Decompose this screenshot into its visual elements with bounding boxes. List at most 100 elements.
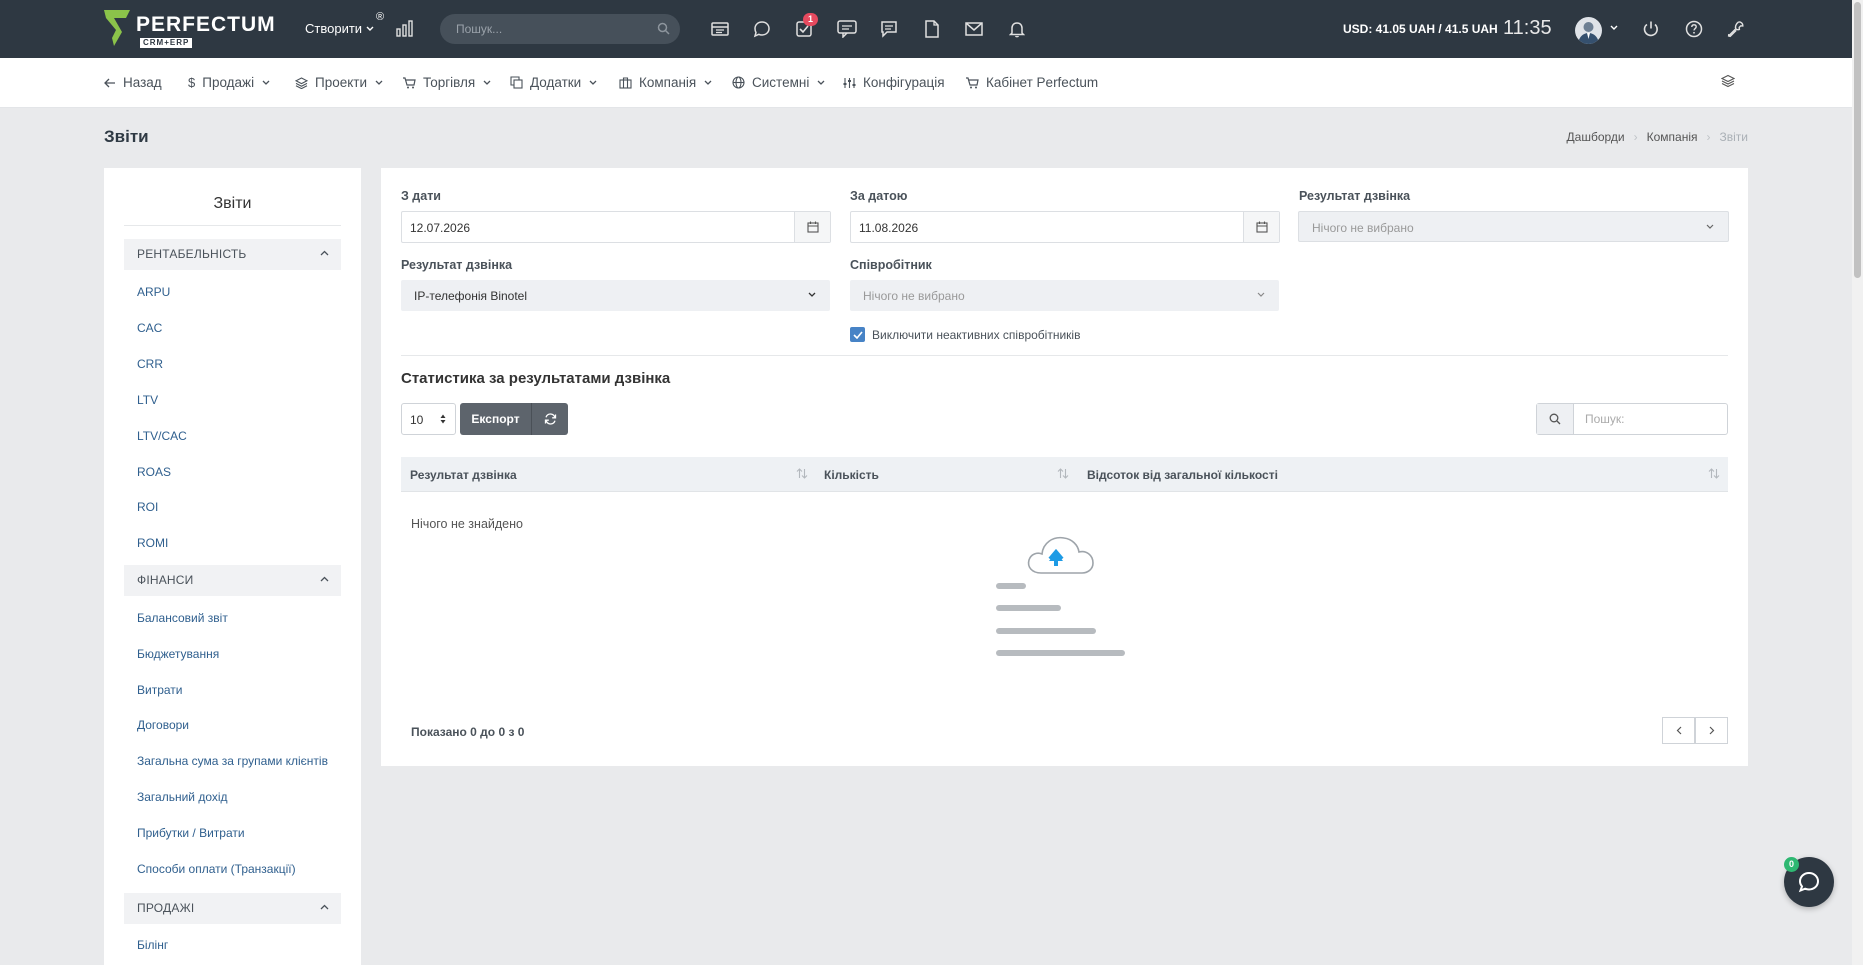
file-icon[interactable] xyxy=(922,19,942,39)
nav-addons[interactable]: Додатки xyxy=(510,75,597,90)
sort-icon[interactable] xyxy=(1057,468,1069,479)
sidebar-section-profitability[interactable]: РЕНТАБЕЛЬНІСТЬ xyxy=(124,239,341,270)
scroll-thumb[interactable] xyxy=(1854,2,1861,278)
sidebar-link-budgeting[interactable]: Бюджетування xyxy=(137,647,219,661)
column-call-result[interactable]: Результат дзвінка xyxy=(410,468,517,482)
sidebar-link-romi[interactable]: ROMI xyxy=(137,536,168,550)
chevron-down-icon xyxy=(817,80,825,85)
sidebar-link-crr[interactable]: CRR xyxy=(137,357,163,371)
next-page-button[interactable] xyxy=(1695,717,1728,744)
sidebar-link-balance[interactable]: Балансовий звіт xyxy=(137,611,228,625)
support-icon[interactable] xyxy=(837,19,857,39)
sidebar-link-arpu[interactable]: ARPU xyxy=(137,285,170,299)
chevron-down-icon xyxy=(375,80,383,85)
bell-icon[interactable] xyxy=(1007,19,1027,39)
nav-system[interactable]: Системні xyxy=(732,75,825,90)
avatar[interactable] xyxy=(1575,17,1602,44)
sort-icon[interactable] xyxy=(1708,468,1720,479)
sidebar-link-client-groups[interactable]: Загальна сума за групами клієнтів xyxy=(137,754,328,768)
help-icon[interactable] xyxy=(1684,19,1704,39)
chevron-down-icon xyxy=(483,80,491,85)
nav-sales[interactable]: $ Продажі xyxy=(188,75,270,90)
breadcrumb-dashboards[interactable]: Дашборди xyxy=(1567,130,1625,144)
sidebar-section-finance[interactable]: ФІНАНСИ xyxy=(124,565,341,596)
to-date-label: За датою xyxy=(850,189,908,203)
sidebar-link-ltv-cac[interactable]: LTV/CAC xyxy=(137,429,187,443)
nav-trade[interactable]: Торгівля xyxy=(402,75,491,90)
chevron-down-icon[interactable] xyxy=(1610,25,1618,31)
sidebar-link-ltv[interactable]: LTV xyxy=(137,393,158,407)
nav-back-label: Назад xyxy=(123,75,162,90)
to-date-field[interactable]: 11.08.2026 xyxy=(850,211,1280,243)
logo-text: PERFECTUM xyxy=(136,13,276,36)
sidebar-section-sales[interactable]: ПРОДАЖІ xyxy=(124,893,341,924)
calendar-icon[interactable] xyxy=(794,212,830,242)
employee-select[interactable]: Нічого не вибрано xyxy=(850,280,1279,311)
call-result-select[interactable]: Нічого не вибрано xyxy=(1298,211,1729,242)
breadcrumb-company[interactable]: Компанія xyxy=(1647,130,1698,144)
section-label: РЕНТАБЕЛЬНІСТЬ xyxy=(137,247,247,261)
page-scrollbar[interactable] xyxy=(1852,0,1863,965)
create-dropdown-button[interactable]: Створити xyxy=(305,21,374,36)
table-search[interactable] xyxy=(1536,403,1728,435)
chevron-down-icon xyxy=(1706,224,1714,229)
exclude-inactive-label[interactable]: Виключити неактивних співробітників xyxy=(872,328,1080,342)
global-search-input[interactable] xyxy=(440,14,640,44)
power-icon[interactable] xyxy=(1641,19,1661,39)
column-percent[interactable]: Відсоток від загальної кількості xyxy=(1087,468,1278,482)
prev-page-button[interactable] xyxy=(1662,717,1695,744)
section-label: ПРОДАЖІ xyxy=(137,901,195,915)
from-date-field[interactable]: 12.07.2026 xyxy=(401,211,831,243)
sidebar-link-total-income[interactable]: Загальний дохід xyxy=(137,790,228,804)
search-icon[interactable] xyxy=(657,22,670,35)
column-count[interactable]: Кількість xyxy=(824,468,879,482)
global-search[interactable] xyxy=(440,14,680,44)
copy-icon xyxy=(510,76,523,89)
call-source-select[interactable]: IP-телефонія Binotel xyxy=(401,280,830,311)
globe-icon xyxy=(732,76,745,89)
sidebar-link-payment-methods[interactable]: Способи оплати (Транзакції) xyxy=(137,862,296,876)
sort-icon[interactable] xyxy=(796,468,808,479)
nav-back[interactable]: Назад xyxy=(104,75,162,90)
comments-icon[interactable] xyxy=(879,19,899,39)
mail-icon[interactable] xyxy=(964,19,984,39)
from-date-label: З дати xyxy=(401,189,441,203)
nav-cabinet[interactable]: Кабінет Perfectum xyxy=(965,75,1098,90)
sidebar-link-income-expenses[interactable]: Прибутки / Витрати xyxy=(137,826,245,840)
from-date-value: 12.07.2026 xyxy=(410,221,471,235)
sidebar-link-cac[interactable]: CAC xyxy=(137,321,162,335)
call-result-value: Нічого не вибрано xyxy=(1312,221,1414,235)
chevron-down-icon xyxy=(262,80,270,85)
cart-icon xyxy=(966,76,979,88)
sort-updown-icon xyxy=(440,414,446,424)
checkmark-icon xyxy=(852,330,863,339)
chat-icon[interactable] xyxy=(752,19,772,39)
sidebar-link-roas[interactable]: ROAS xyxy=(137,465,171,479)
call-source-label: Результат дзвінка xyxy=(401,258,513,272)
page-size-select[interactable]: 10 xyxy=(401,403,456,435)
news-icon[interactable] xyxy=(710,19,730,39)
clock: 11:35 xyxy=(1503,17,1552,39)
exclude-inactive-checkbox[interactable] xyxy=(850,327,865,342)
export-button[interactable]: Експорт xyxy=(460,403,531,435)
chart-icon[interactable] xyxy=(396,19,414,40)
sidebar-link-contracts[interactable]: Договори xyxy=(137,718,189,732)
sidebar-link-billing[interactable]: Білінг xyxy=(137,938,168,952)
refresh-button[interactable] xyxy=(531,403,568,435)
tasks-badge: 1 xyxy=(803,13,818,26)
logo[interactable]: PERFECTUM CRM+ERP ® xyxy=(104,10,384,50)
page-title: Звіти xyxy=(104,127,149,146)
layers-icon[interactable] xyxy=(1721,74,1735,88)
sidebar-link-roi[interactable]: ROI xyxy=(137,500,158,514)
stats-section-title: Статистика за результатами дзвінка xyxy=(401,370,671,387)
nav-projects[interactable]: Проекти xyxy=(295,75,383,90)
chevron-down-icon xyxy=(704,80,712,85)
sidebar-link-expenses[interactable]: Витрати xyxy=(137,683,183,697)
layers-icon xyxy=(295,76,308,89)
table-header: Результат дзвінка Кількість Відсоток від… xyxy=(401,457,1728,492)
nav-company[interactable]: Компанія xyxy=(619,75,712,90)
wrench-icon[interactable] xyxy=(1726,19,1746,39)
calendar-icon[interactable] xyxy=(1243,212,1279,242)
table-search-input[interactable] xyxy=(1575,404,1725,434)
nav-configuration[interactable]: Конфігурація xyxy=(843,75,945,90)
